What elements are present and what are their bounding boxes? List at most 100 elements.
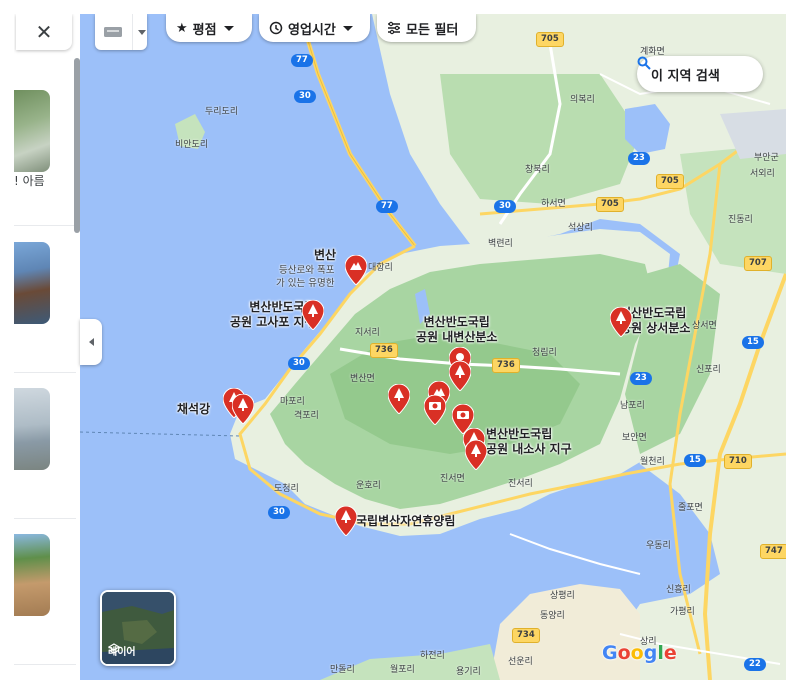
map-pin[interactable] <box>335 506 357 536</box>
place-name-line: 변산반도국립 <box>423 315 490 329</box>
place-description: 등산로와 폭포 가 있는 유명한 <box>276 264 334 290</box>
road-shield: 705 <box>656 174 684 189</box>
map-pin[interactable] <box>345 255 367 285</box>
town-label: 줄포면 <box>678 503 703 513</box>
road-shield: 30 <box>288 357 310 370</box>
map-canvas[interactable]: 77 77 30 30 30 30 705 705 705 736 736 70… <box>80 14 786 680</box>
map-pin[interactable] <box>610 307 632 337</box>
place-name-line: 공원 내변산분소 <box>416 330 498 344</box>
town-label: 만돌리 <box>330 665 355 675</box>
star-icon: ★ <box>176 20 188 36</box>
clock-icon <box>269 21 283 35</box>
road-shield: 30 <box>494 200 516 213</box>
town-label: 동양리 <box>540 611 565 621</box>
place-label-naesosa[interactable]: 변산반도국립 공원 내소사 지구 <box>486 427 572 457</box>
town-label: 월천리 <box>640 457 665 467</box>
map-pin[interactable] <box>232 394 254 424</box>
place-label-naebyeon[interactable]: 변산반도국립 공원 내변산분소 <box>416 315 497 345</box>
road-shield: 747 <box>760 544 786 559</box>
road-shield: 705 <box>596 197 624 212</box>
result-thumbnail[interactable] <box>14 388 50 470</box>
divider <box>14 372 76 373</box>
search-this-area-label: 이 지역 검색 <box>651 68 720 84</box>
town-label: 격포리 <box>294 411 319 421</box>
town-label: 상평리 <box>550 591 575 601</box>
road-shield: 736 <box>492 358 520 373</box>
road-shield: 30 <box>294 90 316 103</box>
map-pin[interactable] <box>302 300 324 330</box>
town-label: 진서면 <box>440 474 465 484</box>
layers-button[interactable]: 레이어 <box>100 590 176 666</box>
all-filters-chip[interactable]: 모든 필터 <box>377 14 476 42</box>
town-label: 비안도리 <box>175 140 209 150</box>
town-label: 하서면 <box>541 199 566 209</box>
close-panel-button[interactable]: ✕ <box>16 14 72 50</box>
road-shield: 710 <box>724 454 752 469</box>
town-label: 가평리 <box>670 607 695 617</box>
caret-down-icon[interactable] <box>138 29 146 35</box>
results-panel: ✕ ! 아름 <box>14 14 80 680</box>
rating-filter-chip[interactable]: ★ 평점 <box>166 14 252 42</box>
town-label: 상서면 <box>692 321 717 331</box>
map-pin[interactable] <box>424 395 446 425</box>
caret-down-icon <box>223 25 234 31</box>
road-shield: 734 <box>512 628 540 643</box>
search-icon <box>637 56 651 70</box>
road-shield: 77 <box>291 54 313 67</box>
road-shield: 707 <box>744 256 772 271</box>
town-label: 벽련리 <box>488 239 513 249</box>
layers-icon <box>108 643 120 654</box>
town-label: 지서리 <box>355 328 380 338</box>
map-base <box>80 14 786 680</box>
road-shield: 30 <box>268 506 290 519</box>
tune-icon <box>388 21 400 35</box>
rating-filter-label: 평점 <box>192 22 217 38</box>
town-label: 마포리 <box>280 397 305 407</box>
town-label: 선운리 <box>508 657 533 667</box>
place-name: 채석강 <box>177 402 211 416</box>
place-label-forest[interactable]: 국립변산자연휴양림 <box>356 514 455 529</box>
place-name-line: 변산반도국립 <box>486 427 553 441</box>
town-label: 변산면 <box>350 374 375 384</box>
road-shield: 23 <box>630 372 652 385</box>
town-label: 우동리 <box>646 541 671 551</box>
place-name-line: 공원 내소사 지구 <box>486 442 572 456</box>
google-logo: Google <box>602 642 677 664</box>
town-label: 진동리 <box>728 215 753 225</box>
result-thumbnail[interactable] <box>14 90 50 172</box>
collapse-panel-button[interactable] <box>80 319 102 365</box>
map-pin[interactable] <box>465 440 487 470</box>
map-pin[interactable] <box>388 384 410 414</box>
road-shield: 15 <box>742 336 764 349</box>
town-label: 서외리 <box>750 169 775 179</box>
maps-frame: ✕ ! 아름 77 77 30 30 30 30 705 705 705 736… <box>14 14 786 680</box>
divider <box>14 225 76 226</box>
road-shield: 22 <box>744 658 766 671</box>
search-this-area-button[interactable]: 이 지역 검색 <box>637 56 763 92</box>
road-shield: 15 <box>684 454 706 467</box>
town-label: 월포리 <box>390 665 415 675</box>
place-label-byeonsan[interactable]: 변산 <box>314 248 336 263</box>
town-label: 의복리 <box>570 95 595 105</box>
town-label: 신포리 <box>696 365 721 375</box>
town-label: 도청리 <box>274 484 299 494</box>
result-thumbnail[interactable] <box>14 534 50 616</box>
road-shield: 705 <box>536 32 564 47</box>
divider <box>14 664 76 665</box>
result-thumbnail[interactable] <box>14 242 50 324</box>
hours-filter-chip[interactable]: 영업시간 <box>259 14 370 42</box>
divider <box>14 518 76 519</box>
town-label: 하전리 <box>420 651 445 661</box>
road-shield: 77 <box>376 200 398 213</box>
input-tools-button[interactable] <box>95 14 147 50</box>
place-name: 변산 <box>314 248 337 262</box>
town-label: 남포리 <box>620 401 645 411</box>
town-label: 두리도리 <box>205 107 239 117</box>
town-label: 부안군 <box>754 153 779 163</box>
town-label: 대항리 <box>368 263 393 273</box>
town-label: 청림리 <box>532 348 557 358</box>
place-label-chaeseokgang[interactable]: 채석강 <box>177 402 210 417</box>
result-snippet: ! 아름 <box>14 174 45 188</box>
map-pin[interactable] <box>449 361 471 391</box>
town-label: 창북리 <box>525 165 550 175</box>
